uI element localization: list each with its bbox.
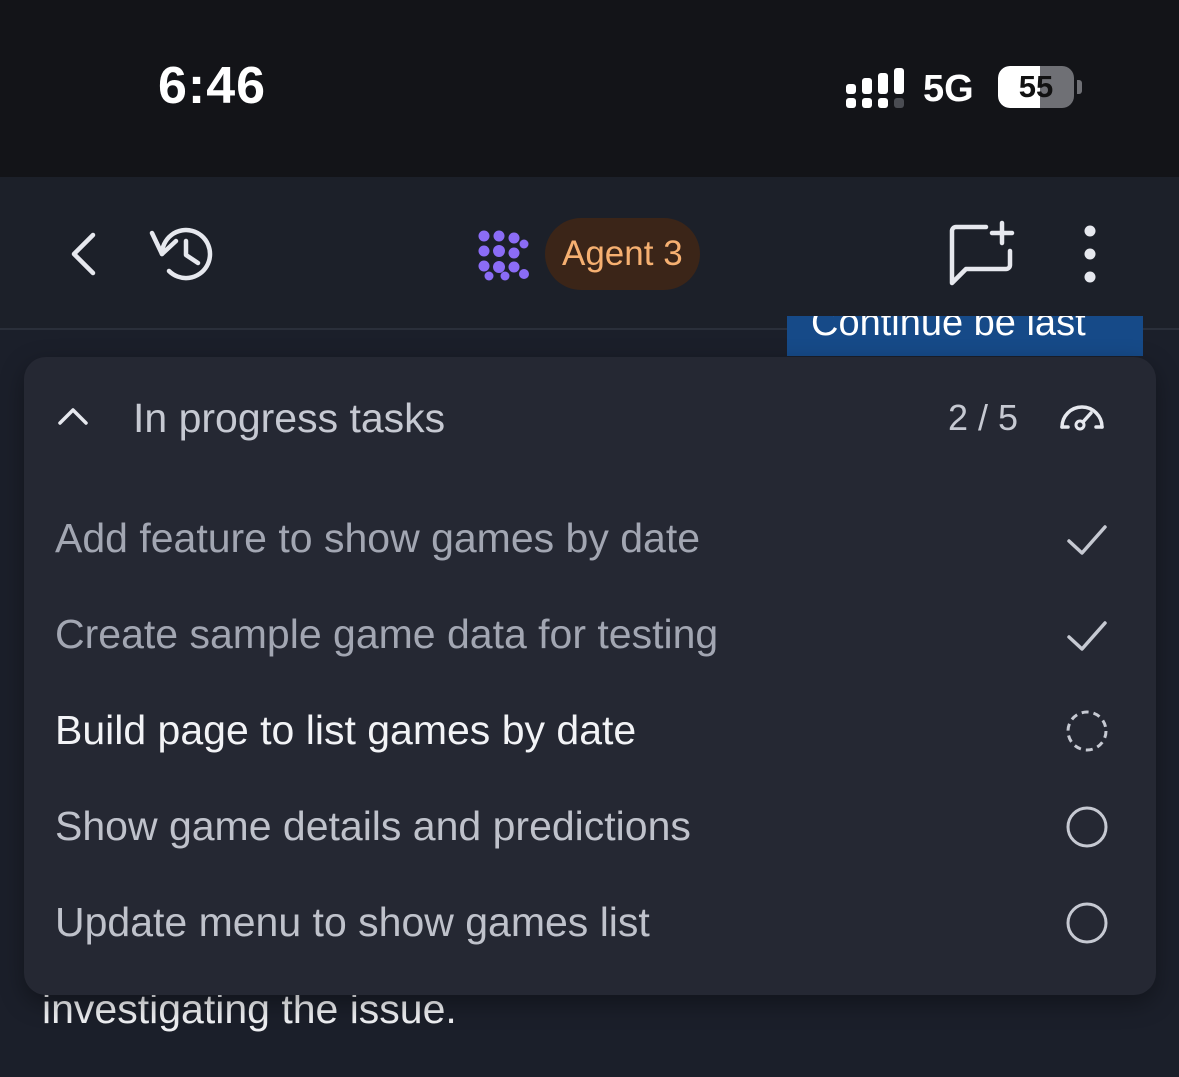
task-item[interactable]: Update menu to show games list: [24, 875, 1156, 971]
chevron-up-icon[interactable]: [54, 397, 92, 435]
more-vertical-icon[interactable]: [1070, 221, 1110, 287]
task-item[interactable]: Add feature to show games by date: [24, 491, 1156, 587]
task-label: Add feature to show games by date: [55, 515, 701, 561]
network-type: 5G: [923, 68, 974, 110]
battery-icon: 55: [998, 66, 1074, 108]
task-label: Create sample game data for testing: [55, 611, 719, 657]
task-panel-title: In progress tasks: [133, 395, 446, 441]
task-label: Show game details and predictions: [55, 803, 691, 849]
task-item[interactable]: Build page to list games by date: [24, 683, 1156, 779]
background-banner: Continue be last: [787, 316, 1143, 356]
back-icon[interactable]: [60, 229, 110, 279]
task-counter: 2 / 5: [948, 397, 1019, 438]
history-icon[interactable]: [148, 223, 218, 285]
empty-circle-icon: [1066, 806, 1108, 848]
task-panel-header[interactable]: In progress tasks 2 / 5: [24, 357, 1156, 481]
task-list: Add feature to show games by date Create …: [24, 491, 1156, 971]
battery-level: 55: [1018, 69, 1054, 104]
empty-circle-icon: [1066, 902, 1108, 944]
dashed-circle-icon: [1066, 710, 1108, 752]
status-bar: 6:46 5G 55: [0, 0, 1179, 177]
battery-cap: [1077, 80, 1082, 94]
new-chat-icon[interactable]: [946, 219, 1022, 289]
status-time: 6:46: [158, 57, 267, 115]
agent-badge[interactable]: Agent 3: [545, 218, 700, 290]
background-banner-text: Continue be last: [811, 316, 1086, 344]
app-screen: 6:46 5G 55 Agent 3 Continue be last inve…: [0, 0, 1179, 1077]
task-label: Update menu to show games list: [55, 899, 650, 945]
task-label: Build page to list games by date: [55, 707, 637, 753]
checkmark-icon: [1067, 525, 1107, 555]
task-item[interactable]: Show game details and predictions: [24, 779, 1156, 875]
app-header: Agent 3: [0, 177, 1179, 330]
task-item[interactable]: Create sample game data for testing: [24, 587, 1156, 683]
task-panel: In progress tasks 2 / 5 Add feature to s…: [24, 357, 1156, 995]
checkmark-icon: [1067, 621, 1107, 651]
signal-strength-icon: [846, 68, 904, 108]
speedometer-icon[interactable]: [1058, 397, 1106, 433]
agent-logo-icon: [478, 230, 529, 281]
